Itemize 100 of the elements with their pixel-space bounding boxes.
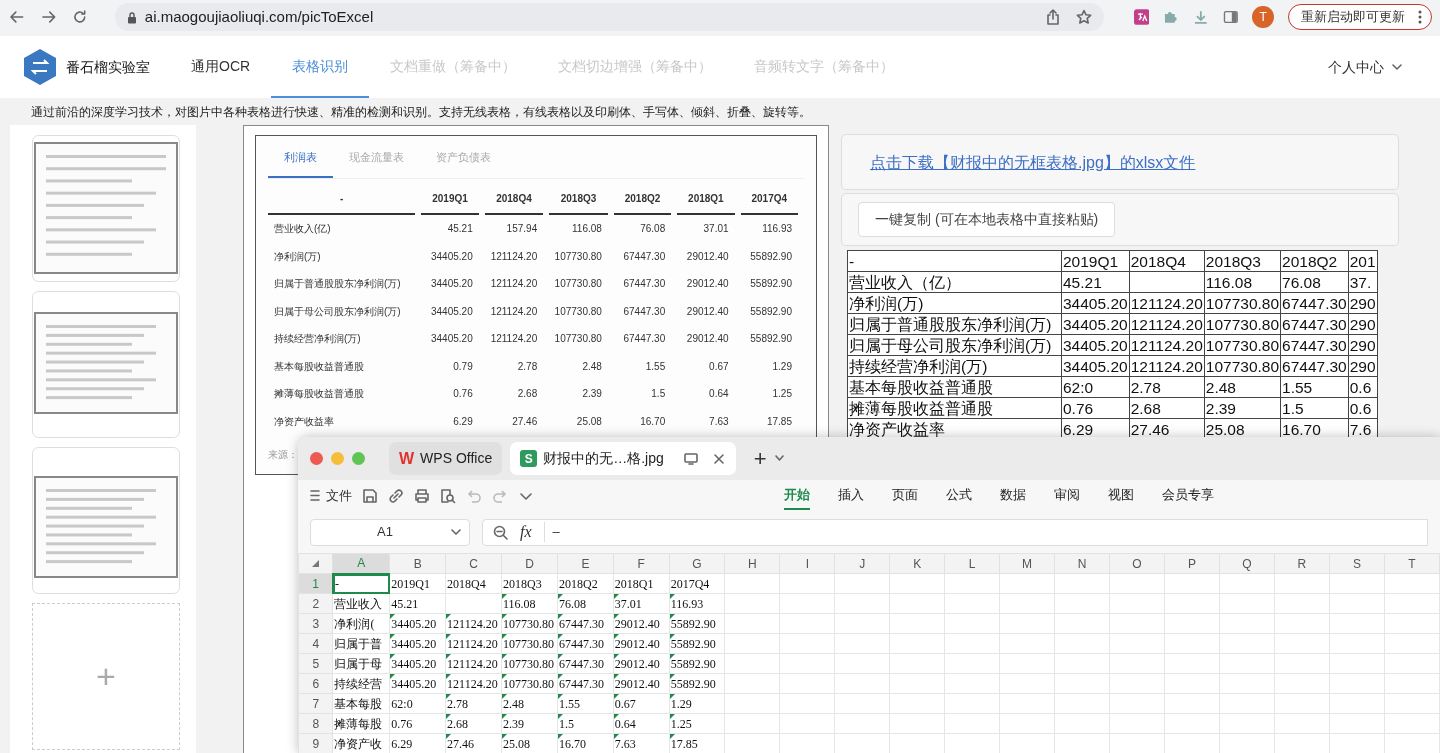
table-cell[interactable]: 34405.20 — [389, 673, 446, 694]
table-cell[interactable]: 67447.30 — [557, 653, 614, 674]
address-bar[interactable]: ai.maogoujiaoliuqi.com/picToExcel — [114, 3, 1104, 31]
link-icon[interactable] — [388, 487, 404, 504]
table-cell[interactable]: 6.29 — [389, 733, 446, 753]
ribbon-tab[interactable]: 开始 — [784, 481, 810, 510]
table-cell[interactable]: 67447.30 — [557, 673, 614, 694]
share-icon[interactable] — [1045, 9, 1060, 25]
nav-link[interactable]: 通用OCR — [170, 36, 272, 98]
column-header[interactable]: Q — [1219, 553, 1275, 574]
document-tab[interactable]: W WPS Office — [389, 442, 503, 475]
ribbon-tab[interactable]: 审阅 — [1054, 481, 1080, 510]
table-cell[interactable]: 55892.90 — [669, 673, 725, 694]
table-cell[interactable]: 34405.20 — [389, 613, 446, 634]
column-header[interactable]: B — [389, 553, 446, 574]
table-cell[interactable]: 55892.90 — [669, 653, 725, 674]
table-cell[interactable]: 1.55 — [557, 693, 614, 714]
table-cell[interactable]: 107730.80 — [501, 633, 558, 654]
table-cell[interactable]: 2018Q3 — [501, 573, 558, 594]
table-cell[interactable]: 摊薄每股 — [332, 713, 390, 734]
column-header[interactable]: G — [669, 553, 725, 574]
row-header[interactable]: 4 — [298, 633, 333, 654]
table-cell[interactable]: 2018Q4 — [445, 573, 502, 594]
ribbon-tab[interactable]: 视图 — [1108, 481, 1134, 510]
table-cell[interactable]: 归属于母 — [332, 653, 390, 674]
table-cell[interactable]: 45.21 — [389, 593, 446, 614]
table-cell[interactable]: 2019Q1 — [389, 573, 446, 594]
table-cell[interactable]: 2.39 — [501, 713, 558, 734]
row-header[interactable]: 6 — [298, 673, 333, 694]
table-cell[interactable]: 37.01 — [613, 593, 670, 614]
star-icon[interactable] — [1075, 9, 1092, 25]
save-icon[interactable] — [362, 487, 378, 504]
ribbon-tab[interactable]: 插入 — [838, 481, 864, 510]
column-header[interactable]: C — [445, 553, 502, 574]
column-header[interactable]: E — [557, 553, 614, 574]
table-cell[interactable]: 1.29 — [669, 693, 725, 714]
column-header[interactable]: F — [613, 553, 670, 574]
table-cell[interactable]: 34405.20 — [389, 653, 446, 674]
table-cell[interactable]: 净利润( — [332, 613, 390, 634]
forward-icon[interactable] — [39, 8, 58, 26]
table-cell[interactable]: 27.46 — [445, 733, 502, 753]
column-header[interactable]: M — [999, 553, 1055, 574]
column-header[interactable]: K — [889, 553, 945, 574]
name-box[interactable]: A1 — [310, 518, 470, 546]
row-header[interactable]: 5 — [298, 653, 333, 674]
table-cell[interactable]: 121124.20 — [445, 633, 502, 654]
table-cell[interactable]: 0.76 — [389, 713, 446, 734]
ribbon-tab[interactable]: 会员专享 — [1162, 481, 1214, 510]
column-header[interactable]: N — [1054, 553, 1110, 574]
row-header[interactable]: 8 — [298, 713, 333, 734]
table-cell[interactable]: 0.64 — [613, 713, 670, 734]
table-cell[interactable]: 营业收入 — [332, 593, 390, 614]
table-cell[interactable]: 107730.80 — [501, 653, 558, 674]
column-header[interactable]: H — [724, 553, 780, 574]
avatar[interactable]: T — [1252, 6, 1274, 28]
table-cell[interactable]: 121124.20 — [445, 673, 502, 694]
table-cell[interactable]: 2.78 — [445, 693, 502, 714]
table-cell[interactable]: 25.08 — [501, 733, 558, 753]
table-cell[interactable]: 29012.40 — [613, 673, 670, 694]
table-cell[interactable]: 62:0 — [389, 693, 446, 714]
table-cell[interactable]: 67447.30 — [557, 613, 614, 634]
column-header[interactable]: D — [501, 553, 558, 574]
table-cell[interactable]: 2.48 — [501, 693, 558, 714]
translate-icon[interactable] — [1133, 9, 1150, 25]
file-menu[interactable]: 文件 — [326, 485, 352, 506]
close-icon[interactable] — [711, 451, 726, 466]
table-cell[interactable]: 107730.80 — [501, 613, 558, 634]
chevron-down-icon[interactable] — [1392, 63, 1402, 71]
close-window-button[interactable] — [310, 452, 323, 465]
row-header[interactable]: 7 — [298, 693, 333, 714]
table-cell[interactable] — [445, 593, 502, 614]
monitor-icon[interactable] — [683, 452, 698, 465]
table-cell[interactable]: 116.93 — [669, 593, 725, 614]
column-header[interactable]: S — [1329, 553, 1385, 574]
row-header[interactable]: 3 — [298, 613, 333, 634]
new-tab-button[interactable]: + — [753, 442, 767, 475]
table-cell[interactable]: 29012.40 — [613, 633, 670, 654]
row-header[interactable]: 9 — [298, 733, 333, 753]
table-cell[interactable]: 1.25 — [669, 713, 725, 734]
update-button[interactable]: 重新启动即可更新 — [1287, 4, 1432, 30]
row-header[interactable]: 2 — [298, 593, 333, 614]
table-cell[interactable]: 107730.80 — [501, 673, 558, 694]
formula-bar[interactable]: fx – — [482, 518, 1428, 546]
table-cell[interactable]: 0.67 — [613, 693, 670, 714]
preview-icon[interactable] — [440, 487, 456, 504]
table-cell[interactable]: 净资产收 — [332, 733, 390, 753]
download-link[interactable]: 点击下载【财报中的无框表格.jpg】的xlsx文件 — [870, 154, 1196, 171]
column-header[interactable]: I — [779, 553, 835, 574]
menu-icon[interactable] — [310, 490, 320, 501]
table-cell[interactable]: 121124.20 — [445, 653, 502, 674]
table-cell[interactable]: 2017Q4 — [669, 573, 725, 594]
table-cell[interactable]: 116.08 — [501, 593, 558, 614]
document-tab[interactable]: S 财报中的无…格.jpg — [510, 442, 736, 475]
table-cell[interactable]: 7.63 — [613, 733, 670, 753]
ribbon-tab[interactable]: 页面 — [892, 481, 918, 510]
sheet-tab[interactable]: 利润表 — [268, 142, 333, 178]
table-cell[interactable]: 17.85 — [669, 733, 725, 753]
column-header[interactable]: O — [1109, 553, 1165, 574]
table-cell[interactable]: 1.5 — [557, 713, 614, 734]
table-cell[interactable]: 基本每股 — [332, 693, 390, 714]
